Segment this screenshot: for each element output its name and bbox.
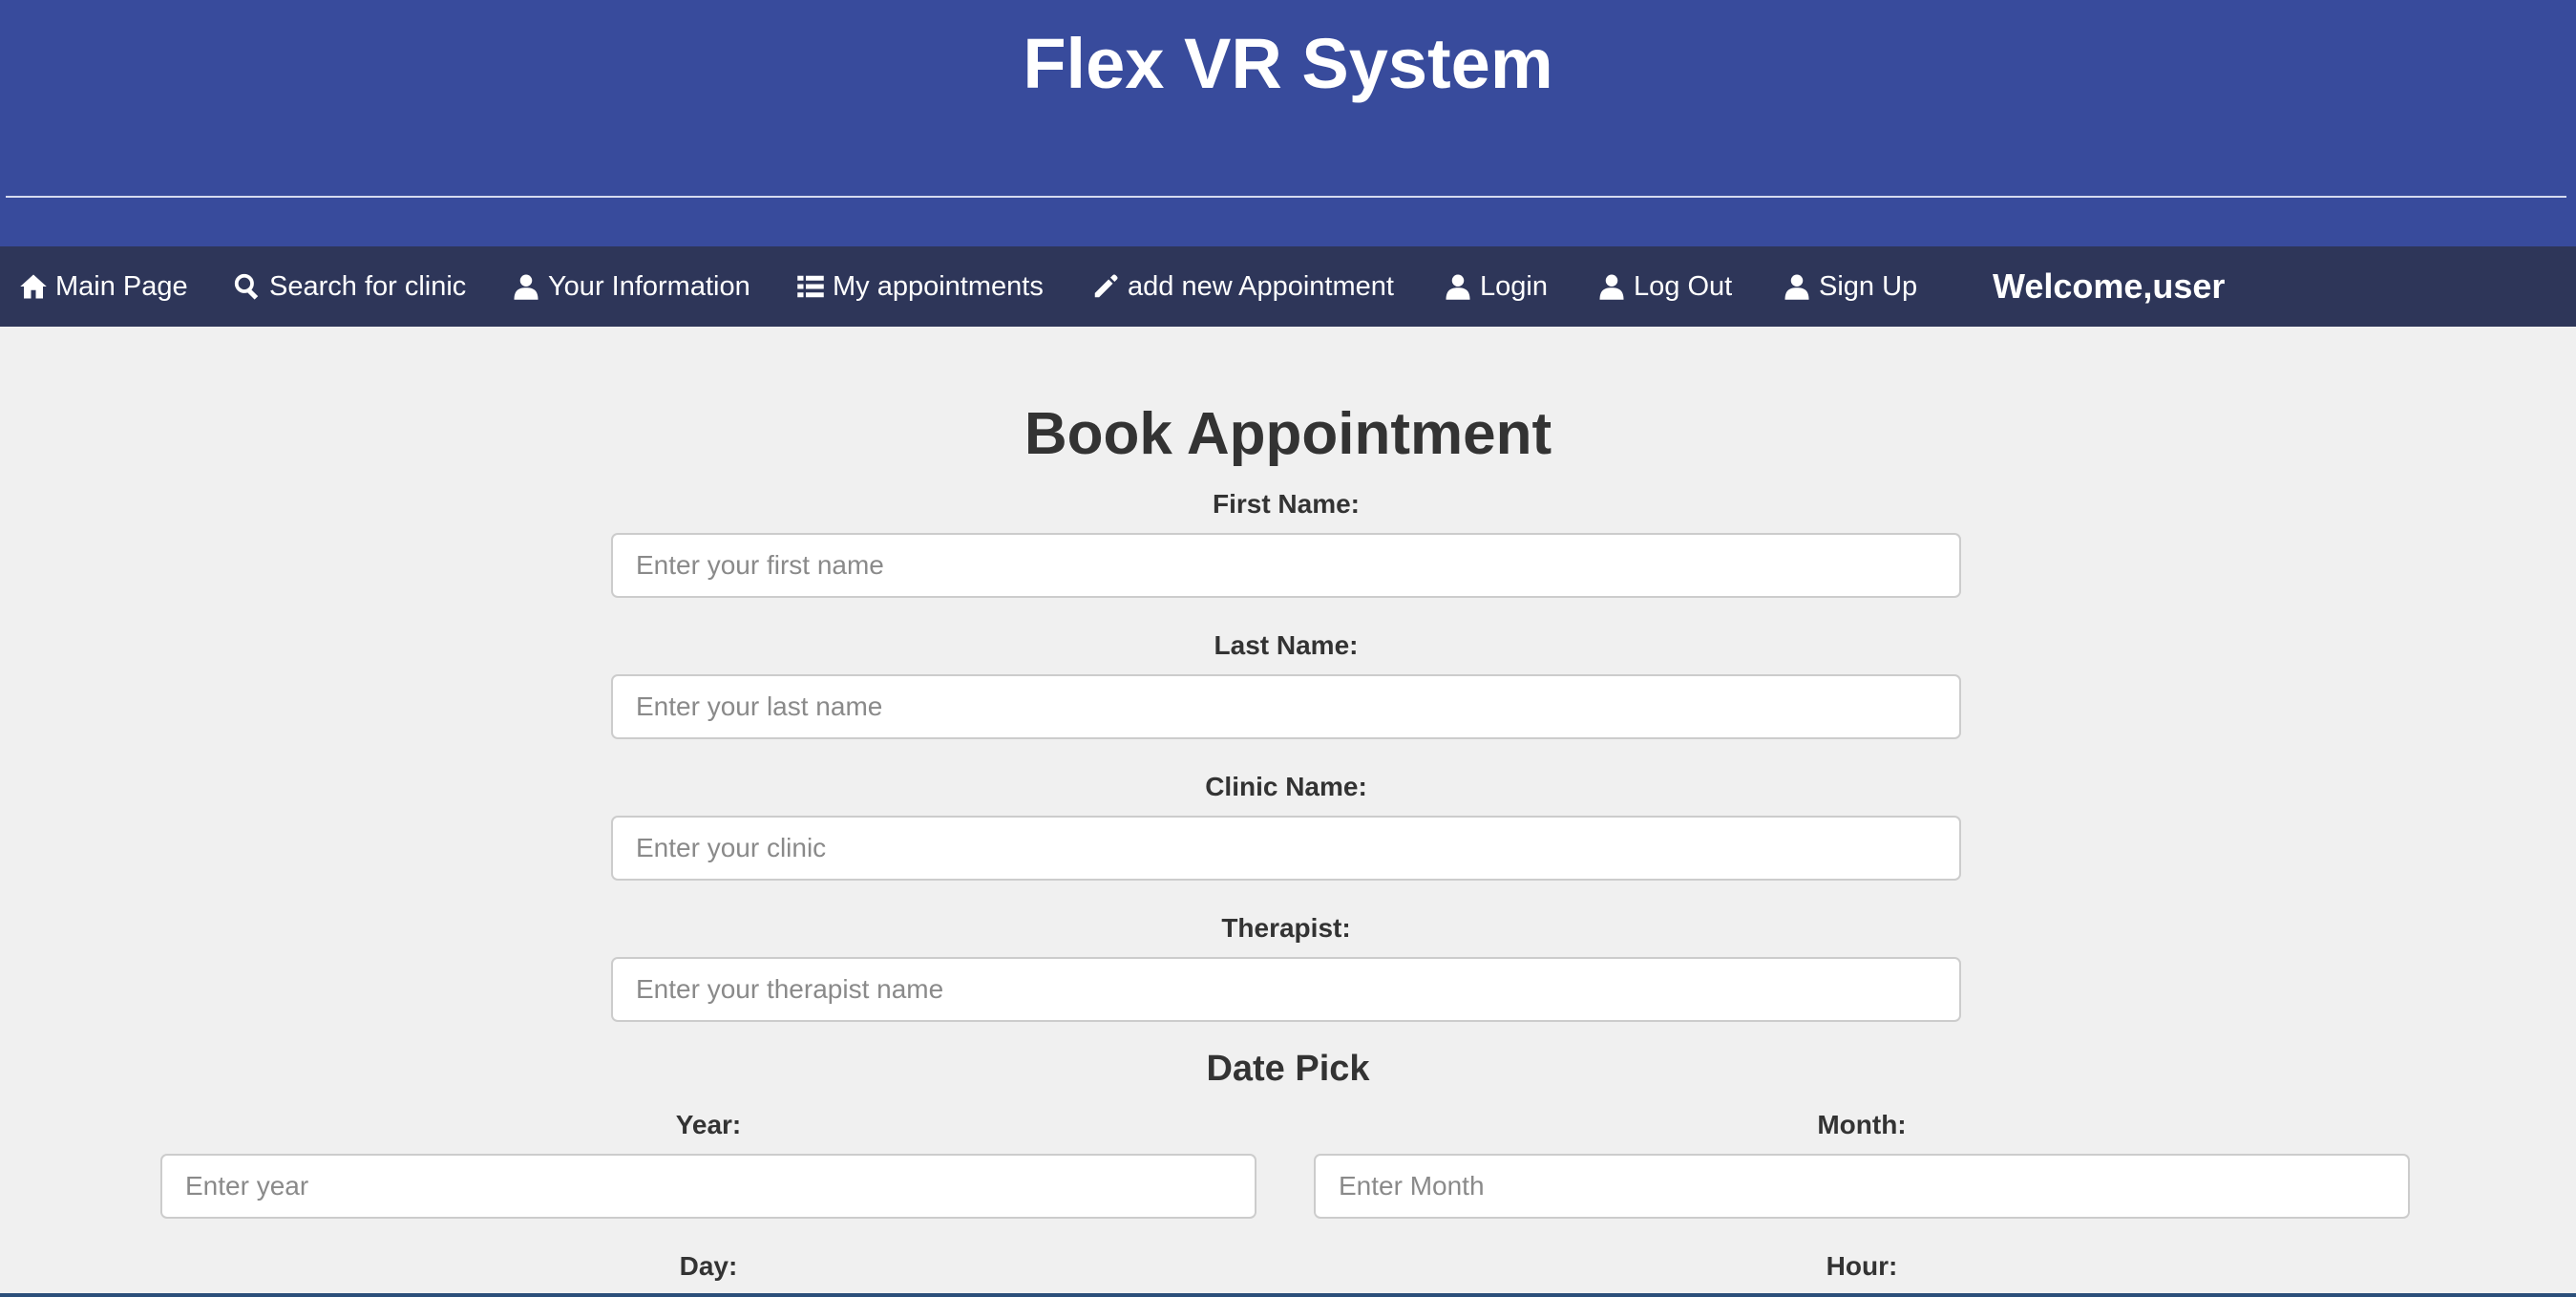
year-label: Year: (675, 1110, 742, 1139)
first-name-input[interactable] (611, 533, 1961, 598)
page-title: Book Appointment (1024, 401, 1552, 467)
clinic-name-label: Clinic Name: (1205, 772, 1367, 801)
main-navbar: Main Page Search for clinic Your Informa… (0, 246, 2576, 327)
list-icon (797, 275, 824, 298)
search-icon (234, 273, 259, 300)
user-icon (514, 274, 538, 300)
nav-add-appointment-label: add new Appointment (1128, 270, 1394, 302)
year-input[interactable] (160, 1154, 1256, 1219)
month-input[interactable] (1314, 1154, 2410, 1219)
home-icon (20, 274, 47, 299)
nav-search-clinic-label: Search for clinic (269, 270, 467, 302)
nav-add-appointment[interactable]: add new Appointment (1091, 246, 1394, 327)
site-title: Flex VR System (1023, 24, 1553, 103)
user-icon (1446, 274, 1470, 300)
hour-label: Hour: (1826, 1251, 1898, 1281)
last-name-label: Last Name: (1214, 630, 1359, 660)
welcome-message: Welcome,user (1993, 266, 2226, 306)
site-header: Flex VR System (0, 0, 2576, 246)
bottom-edge (0, 1293, 2576, 1297)
date-pick-heading: Date Pick (1206, 1049, 1370, 1089)
nav-main-page-label: Main Page (55, 270, 188, 302)
nav-log-out[interactable]: Log Out (1597, 246, 1732, 327)
nav-your-information-label: Your Information (548, 270, 750, 302)
nav-login[interactable]: Login (1444, 246, 1548, 327)
nav-log-out-label: Log Out (1634, 270, 1733, 302)
therapist-input[interactable] (611, 957, 1961, 1022)
clinic-name-input[interactable] (611, 816, 1961, 881)
nav-search-clinic[interactable]: Search for clinic (233, 246, 466, 327)
nav-login-label: Login (1480, 270, 1548, 302)
user-icon (1599, 274, 1624, 300)
nav-my-appointments-label: My appointments (833, 270, 1044, 302)
nav-your-information[interactable]: Your Information (512, 246, 750, 327)
nav-sign-up-label: Sign Up (1819, 270, 1918, 302)
day-label: Day: (679, 1251, 738, 1281)
first-name-label: First Name: (1212, 489, 1361, 519)
therapist-label: Therapist: (1221, 913, 1351, 943)
month-label: Month: (1817, 1110, 1907, 1139)
user-icon (1784, 274, 1809, 300)
nav-main-page[interactable]: Main Page (19, 246, 188, 327)
last-name-input[interactable] (611, 674, 1961, 739)
header-divider (6, 196, 2566, 198)
pencil-icon (1094, 274, 1118, 298)
nav-sign-up[interactable]: Sign Up (1783, 246, 1917, 327)
nav-my-appointments[interactable]: My appointments (796, 246, 1044, 327)
